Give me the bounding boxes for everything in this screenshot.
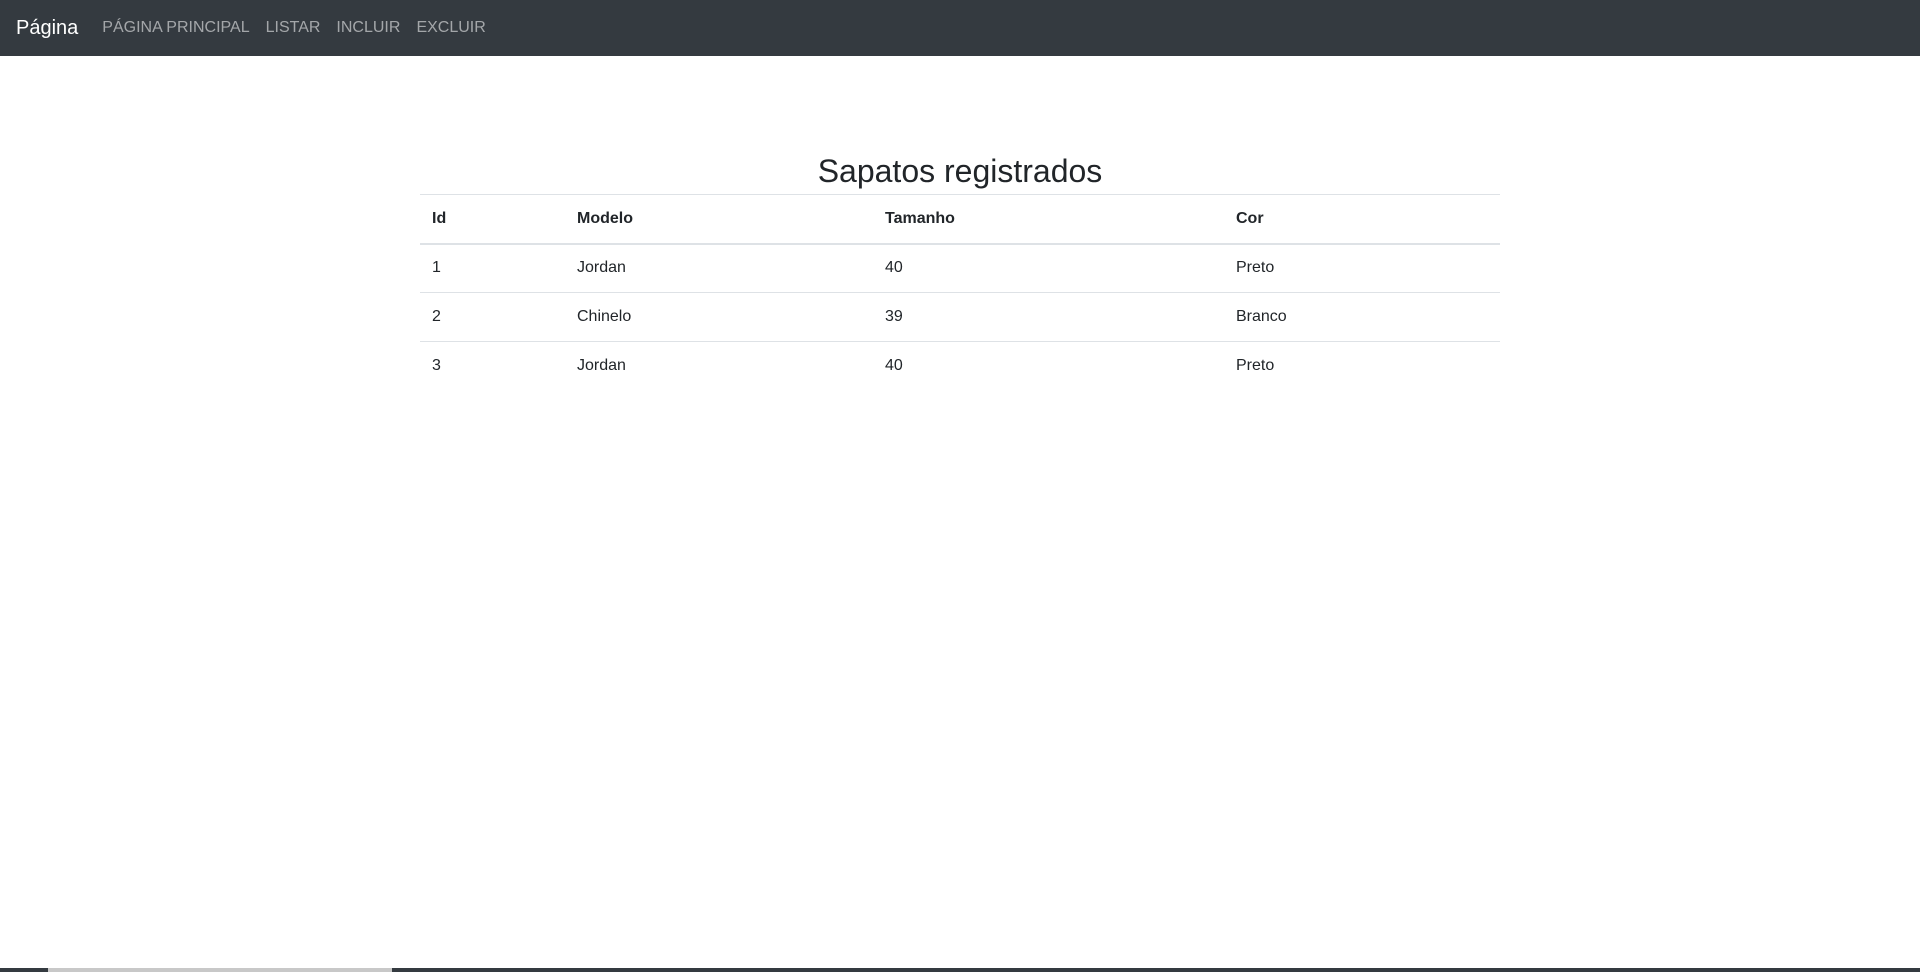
- horizontal-scrollbar-thumb[interactable]: [48, 968, 392, 972]
- cell-id: 3: [420, 341, 565, 391]
- page-title: Sapatos registrados: [817, 153, 1103, 189]
- nav-link-listar[interactable]: LISTAR: [266, 20, 321, 36]
- column-header-cor: Cor: [1224, 194, 1500, 245]
- cell-id: 2: [420, 292, 565, 342]
- cell-tamanho: 39: [873, 292, 1224, 342]
- column-header-modelo: Modelo: [565, 194, 873, 245]
- cell-tamanho: 40: [873, 341, 1224, 391]
- table-row: 3 Jordan 40 Preto: [420, 341, 1500, 391]
- column-header-id: Id: [420, 194, 565, 245]
- cell-id: 1: [432, 259, 441, 277]
- table-header-row: Id Modelo Tamanho Cor: [420, 194, 1500, 245]
- table-body: 1 Jordan 40 Preto 2 Chinelo 39 Branco 3 …: [420, 244, 1500, 391]
- table-row: 2 Chinelo 39 Branco: [420, 292, 1500, 342]
- cell-modelo: Jordan: [577, 259, 626, 277]
- cell-modelo: Jordan: [565, 341, 873, 391]
- main-content: Sapatos registrados Id Modelo Tamanho Co…: [420, 148, 1500, 391]
- cell-cor: Branco: [1224, 292, 1500, 342]
- cell-cor: Preto: [1236, 259, 1275, 277]
- cell-tamanho: 40: [885, 259, 903, 277]
- shoes-table: Id Modelo Tamanho Cor 1 Jordan 40 Preto …: [420, 194, 1500, 391]
- table-header: Id Modelo Tamanho Cor: [420, 194, 1500, 245]
- top-navbar: Página PÁGINA PRINCIPAL LISTAR INCLUIR E…: [0, 0, 1920, 56]
- navbar-brand[interactable]: Página: [16, 18, 78, 38]
- nav-link-pagina-principal[interactable]: PÁGINA PRINCIPAL: [102, 20, 249, 36]
- cell-cor: Preto: [1224, 341, 1500, 391]
- cell-modelo: Chinelo: [565, 292, 873, 342]
- nav-link-incluir[interactable]: INCLUIR: [336, 20, 400, 36]
- table-row: 1 Jordan 40 Preto: [420, 244, 1500, 293]
- nav-link-excluir[interactable]: EXCLUIR: [416, 20, 485, 36]
- column-header-tamanho: Tamanho: [873, 194, 1224, 245]
